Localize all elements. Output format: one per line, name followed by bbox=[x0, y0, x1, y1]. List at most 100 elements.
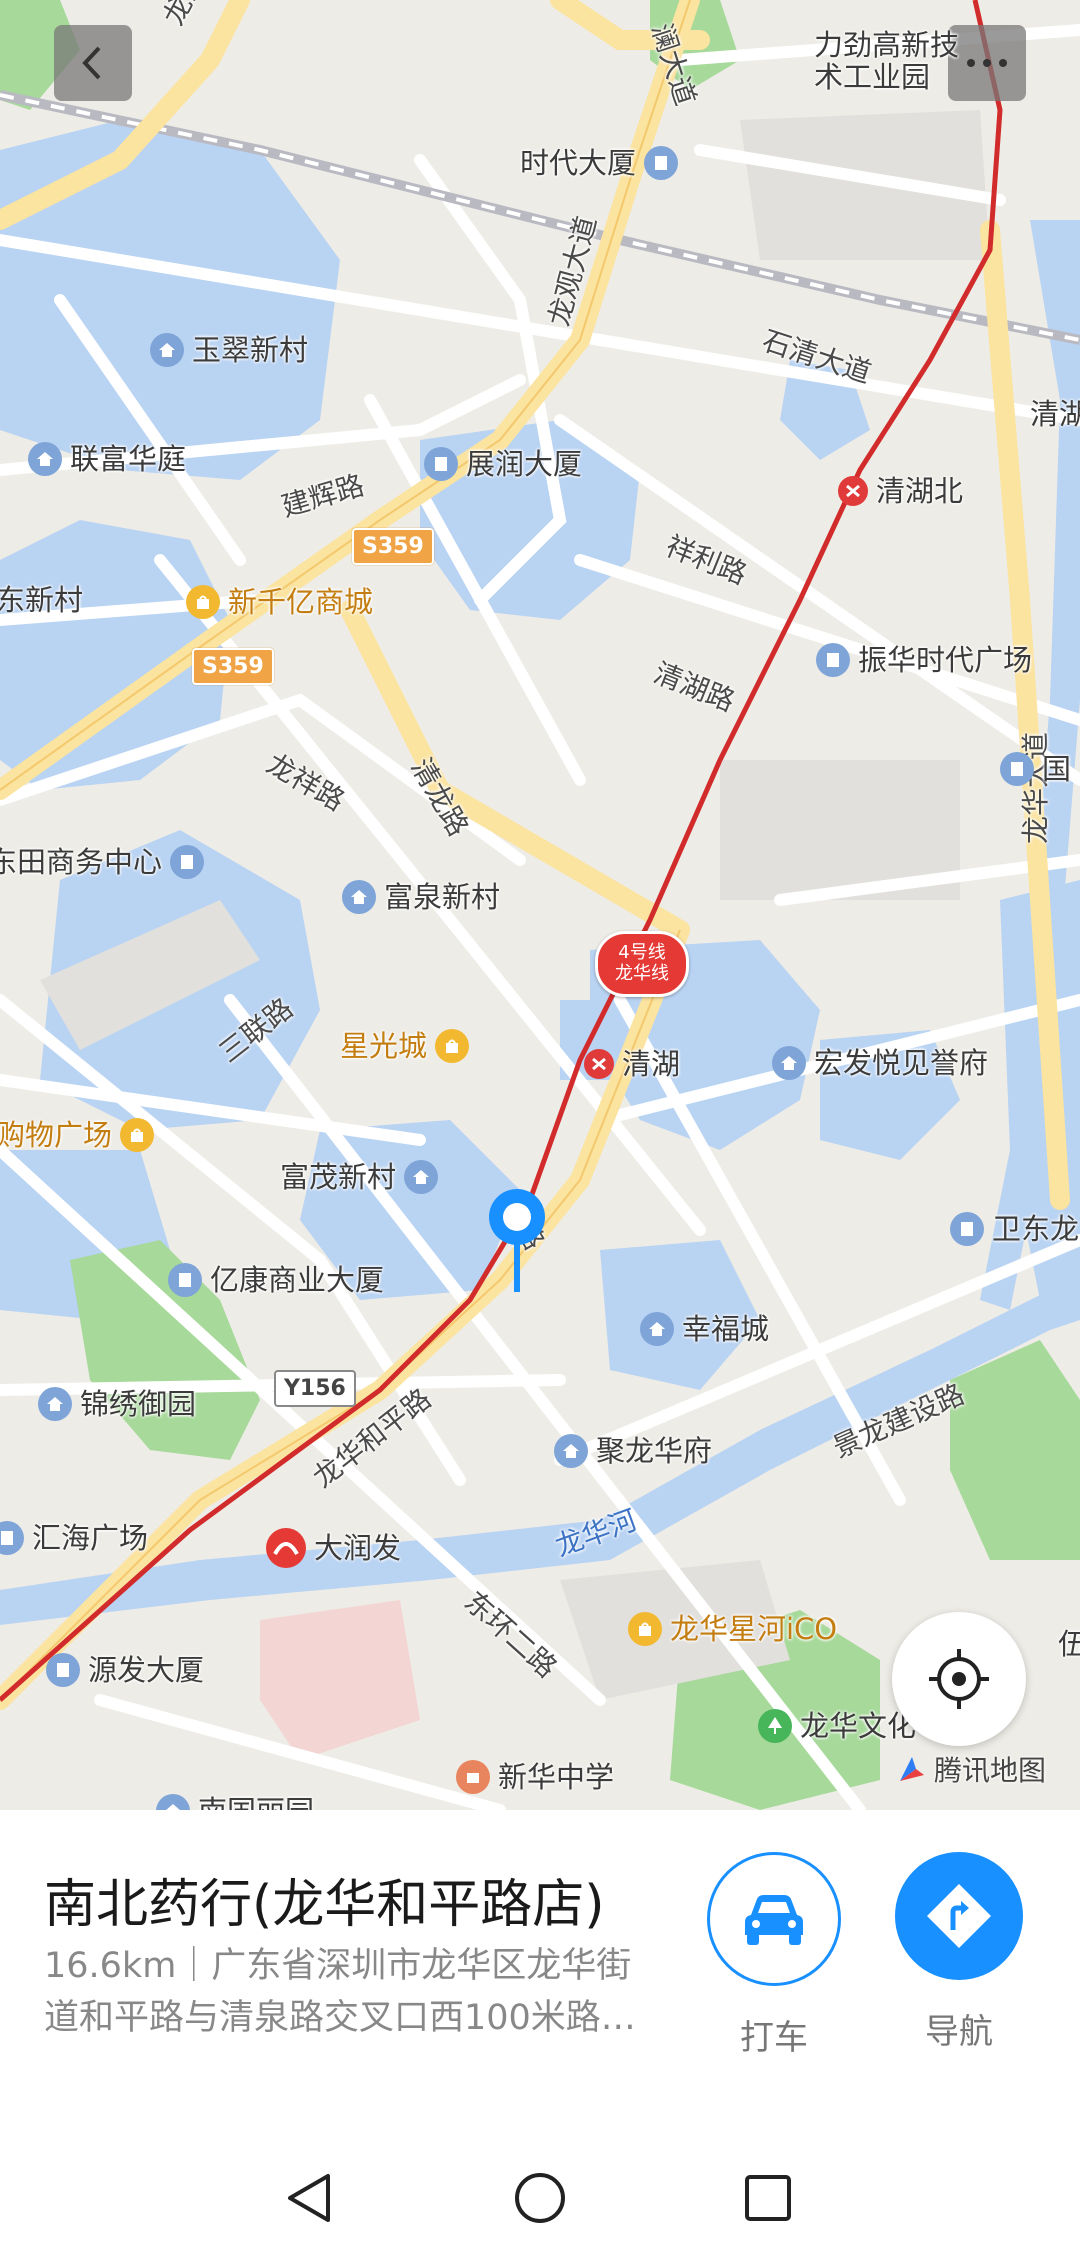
place-label-text: 清湖 bbox=[622, 1046, 681, 1081]
place-label-yikang[interactable]: 亿康商业大厦 bbox=[168, 1263, 384, 1297]
metro-line-name: 龙华线 bbox=[615, 963, 669, 984]
metro-line-badge[interactable]: 4号线 龙华线 bbox=[595, 931, 689, 997]
home-icon bbox=[156, 1794, 190, 1810]
navigate-button[interactable]: 导航 bbox=[891, 1852, 1027, 2053]
place-title: 南北药行(龙华和平路店) bbox=[44, 1875, 605, 1935]
system-back-button[interactable] bbox=[280, 2168, 340, 2228]
taxi-button[interactable]: 打车 bbox=[706, 1852, 842, 2059]
place-label-qinghu-right[interactable]: 清湖 bbox=[1030, 400, 1080, 429]
place-label-text: 清湖北 bbox=[876, 473, 964, 508]
place-address-line1: 16.6km｜广东省深圳市龙华区龙华街 bbox=[44, 1946, 632, 1986]
place-label-text: 时代大厦 bbox=[520, 145, 637, 180]
place-label-weidong[interactable]: 卫东龙 bbox=[950, 1212, 1079, 1246]
place-label-hongfa[interactable]: 宏发悦见誉府 bbox=[772, 1046, 988, 1080]
road-label-longhuadadao: 龙华大道 bbox=[1019, 731, 1052, 844]
metro-station-icon bbox=[584, 1049, 614, 1079]
building-icon bbox=[0, 1521, 24, 1555]
shopping-bag-icon bbox=[120, 1118, 155, 1152]
place-label-edge[interactable]: 伍 bbox=[1058, 1630, 1080, 1659]
square-recents-icon bbox=[745, 2175, 791, 2221]
place-label-julong[interactable]: 聚龙华府 bbox=[554, 1434, 712, 1468]
place-label-shidai[interactable]: 时代大厦 bbox=[520, 145, 679, 180]
watermark-text: 腾讯地图 bbox=[934, 1754, 1047, 1787]
back-button[interactable] bbox=[54, 25, 132, 101]
place-label-text: 宏发悦见誉府 bbox=[814, 1045, 989, 1080]
place-label-dongxin[interactable]: 东新村 bbox=[0, 586, 83, 615]
place-label-qinghu[interactable]: 清湖 bbox=[584, 1049, 680, 1079]
place-label-text: 展润大厦 bbox=[466, 446, 583, 481]
place-label-xingfu[interactable]: 幸福城 bbox=[640, 1312, 769, 1346]
place-label-xinghe[interactable]: 龙华星河iCO bbox=[628, 1612, 837, 1646]
place-label-jinxiu[interactable]: 锦绣御园 bbox=[38, 1387, 196, 1421]
place-label-text: 锦绣御园 bbox=[80, 1386, 197, 1421]
locate-me-button[interactable] bbox=[892, 1612, 1026, 1746]
home-icon bbox=[342, 880, 376, 914]
building-icon bbox=[950, 1212, 984, 1246]
place-label-text: 龙华文化 bbox=[800, 1708, 917, 1743]
more-options-button[interactable] bbox=[948, 25, 1026, 101]
place-label-nanguo[interactable]: 南国丽园 bbox=[156, 1794, 314, 1810]
place-label-qinghubei[interactable]: 清湖北 bbox=[838, 476, 963, 506]
home-icon bbox=[150, 333, 184, 367]
building-icon bbox=[816, 643, 850, 677]
place-label-guo[interactable]: 国 bbox=[1000, 752, 1071, 786]
place-label-xingguang[interactable]: 星光城 bbox=[340, 1029, 470, 1063]
building-icon bbox=[170, 845, 205, 879]
tencent-map-watermark: 腾讯地图 bbox=[896, 1749, 1046, 1789]
location-pin-icon[interactable] bbox=[484, 1184, 550, 1294]
place-label-lijin[interactable]: 力劲高新技 术工业园 bbox=[814, 29, 959, 94]
place-label-gouwu[interactable]: 购物广场 bbox=[0, 1117, 155, 1152]
place-label-huihai[interactable]: 汇海广场 bbox=[0, 1521, 148, 1555]
place-label-text: 聚龙华府 bbox=[596, 1433, 713, 1468]
navigate-label: 导航 bbox=[925, 2012, 993, 2052]
place-label-zhanrun[interactable]: 展润大厦 bbox=[424, 447, 582, 481]
home-icon bbox=[28, 442, 62, 476]
place-label-text: 源发大厦 bbox=[88, 1652, 205, 1687]
place-label-darunfa[interactable]: 大润发 bbox=[266, 1528, 401, 1568]
place-label-text: 国 bbox=[1042, 751, 1072, 786]
system-home-button[interactable] bbox=[510, 2168, 570, 2228]
map-view[interactable]: 龙澜大道 澜大道 龙观大道 石清大道 建辉路 祥利路 清湖路 龙祥路 清龙路 龙… bbox=[0, 0, 1080, 1810]
place-label-text: 富泉新村 bbox=[384, 879, 501, 914]
place-label-text: 幸福城 bbox=[682, 1311, 770, 1346]
shopping-bag-icon bbox=[186, 585, 220, 619]
place-label-lianfu[interactable]: 联富华庭 bbox=[28, 442, 186, 476]
place-label-text: 大润发 bbox=[314, 1530, 402, 1565]
navigate-button-circle[interactable] bbox=[895, 1852, 1023, 1980]
place-label-text: 南国丽园 bbox=[198, 1796, 314, 1810]
place-label-longhuawen[interactable]: 龙华文化 bbox=[758, 1709, 916, 1743]
system-recents-button[interactable] bbox=[738, 2168, 798, 2228]
place-address: 16.6km｜广东省深圳市龙华区龙华街 道和平路与清泉路交叉口西100米路… bbox=[44, 1940, 684, 2044]
building-icon bbox=[1000, 752, 1034, 786]
place-label-text: 购物广场 bbox=[0, 1117, 113, 1152]
car-icon bbox=[745, 1895, 803, 1945]
metro-station-icon bbox=[838, 476, 868, 506]
building-icon bbox=[168, 1263, 202, 1297]
place-label-xinhua[interactable]: 新华中学 bbox=[456, 1760, 614, 1794]
home-icon bbox=[640, 1312, 674, 1346]
place-label-fuquan[interactable]: 富泉新村 bbox=[342, 880, 500, 914]
circle-home-icon bbox=[515, 2173, 565, 2223]
road-shield-y156: Y156 bbox=[274, 1370, 356, 1407]
home-icon bbox=[772, 1046, 806, 1080]
place-label-text: 玉翠新村 bbox=[192, 332, 309, 367]
highway-shield-s359: S359 bbox=[352, 528, 434, 565]
building-icon bbox=[46, 1653, 80, 1687]
map-base-layer bbox=[0, 0, 1080, 1810]
place-label-zhenhua[interactable]: 振华时代广场 bbox=[816, 643, 1032, 677]
place-label-text: 联富华庭 bbox=[70, 441, 187, 476]
home-icon bbox=[38, 1387, 72, 1421]
place-label-fumao[interactable]: 富茂新村 bbox=[280, 1160, 439, 1194]
place-label-yuanfa[interactable]: 源发大厦 bbox=[46, 1653, 204, 1687]
taxi-button-circle[interactable] bbox=[707, 1852, 841, 1986]
chevron-left-icon bbox=[82, 46, 101, 80]
place-label-tiantian[interactable]: 东田商务中心 bbox=[0, 845, 205, 879]
triangle-back-icon bbox=[288, 2174, 330, 2222]
place-label-xinqianyi[interactable]: 新千亿商城 bbox=[186, 585, 373, 619]
home-icon bbox=[554, 1434, 588, 1468]
school-icon bbox=[456, 1760, 490, 1794]
place-label-text: 新千亿商城 bbox=[228, 584, 374, 619]
place-label-yucui[interactable]: 玉翠新村 bbox=[150, 333, 308, 367]
place-label-text: 振华时代广场 bbox=[858, 642, 1033, 677]
taxi-label: 打车 bbox=[740, 2018, 808, 2058]
